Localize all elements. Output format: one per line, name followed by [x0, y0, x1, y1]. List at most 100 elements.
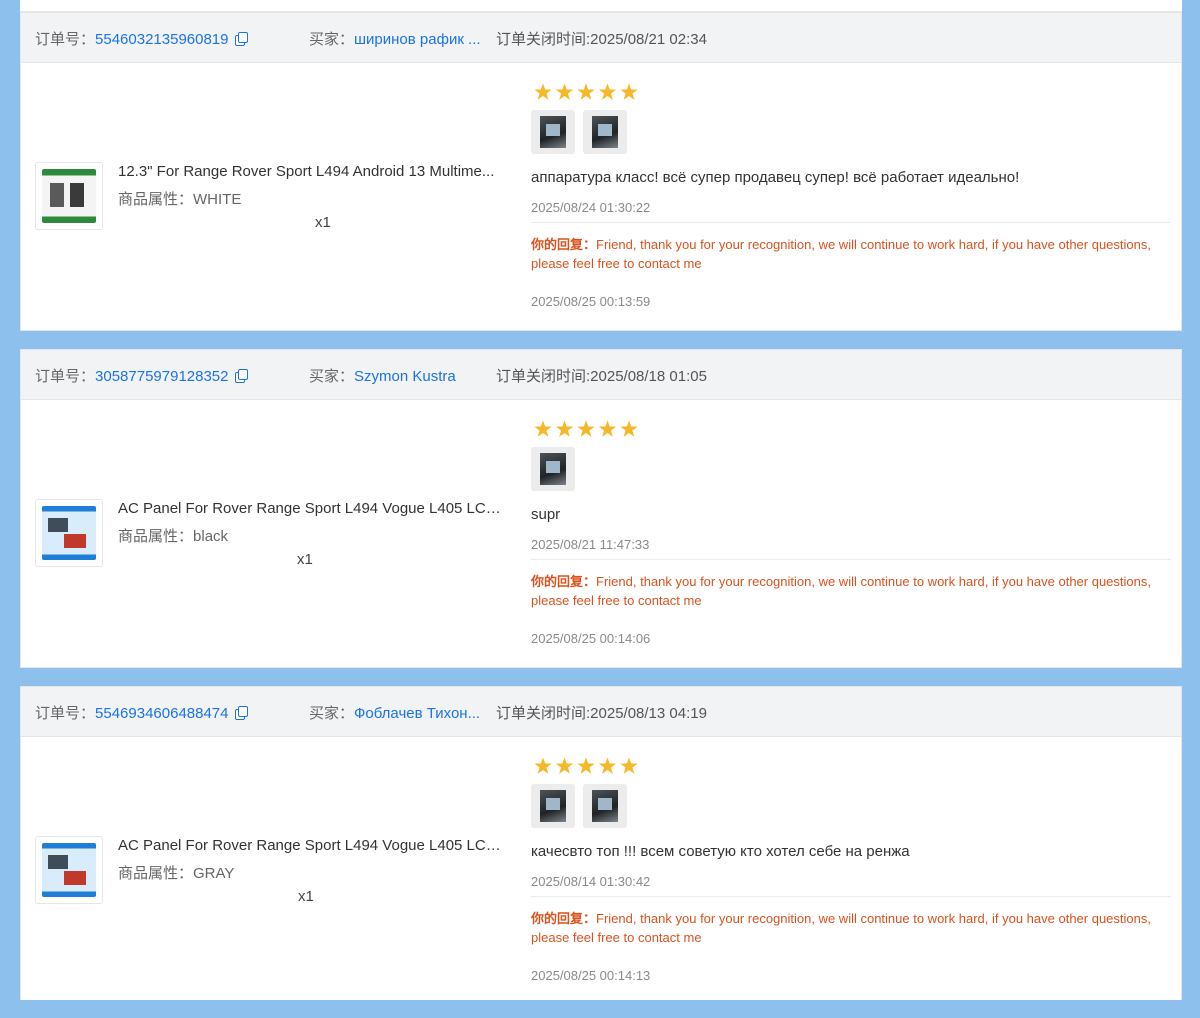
close-time-field: 订单关闭时间:2025/08/21 02:34 — [496, 28, 707, 49]
star-icon — [555, 83, 574, 100]
attribute-label: 商品属性： — [118, 865, 194, 882]
attribute-value: WHITE — [193, 191, 242, 208]
order-card: 订单号：5546934606488474 买家：Фоблачев Тихон..… — [20, 686, 1182, 1000]
star-icon — [598, 420, 617, 437]
buyer-field: 买家：Фоблачев Тихон... — [309, 702, 480, 723]
review-list-page: 订单号：5546032135960819 买家：ширинов рафик ..… — [20, 0, 1182, 1000]
copy-icon[interactable] — [234, 32, 248, 46]
close-time-label: 订单关闭时间: — [496, 705, 591, 722]
photo-image — [540, 453, 566, 485]
review-photo[interactable] — [583, 784, 627, 828]
order-header: 订单号：5546934606488474 买家：Фоблачев Тихон..… — [21, 687, 1181, 737]
copy-icon[interactable] — [234, 706, 248, 720]
star-icon — [620, 420, 638, 437]
product-quantity: x1 — [297, 551, 313, 568]
reply-text: Friend, thank you for your recognition, … — [531, 574, 1151, 608]
star-icon — [555, 420, 574, 437]
buyer-name-link[interactable]: Фоблачев Тихон... — [354, 705, 480, 722]
close-time-value: 2025/08/21 02:34 — [590, 31, 707, 48]
star-icon — [555, 757, 574, 774]
review-photo[interactable] — [531, 447, 575, 491]
review-photo[interactable] — [583, 110, 627, 154]
product-thumbnail[interactable] — [35, 499, 103, 567]
buyer-name-link[interactable]: ширинов рафик ... — [354, 31, 481, 48]
review-time: 2025/08/24 01:30:22 — [531, 200, 651, 215]
reply-time: 2025/08/25 00:14:13 — [531, 968, 651, 983]
reply-text: Friend, thank you for your recognition, … — [531, 911, 1151, 945]
star-icon — [577, 83, 595, 100]
product-image — [42, 169, 96, 223]
previous-order-bottom — [20, 0, 1182, 12]
order-number-field: 订单号：5546934606488474 — [35, 702, 248, 723]
product-title[interactable]: AC Panel For Rover Range Sport L494 Vogu… — [118, 500, 503, 517]
review-photo[interactable] — [531, 784, 575, 828]
buyer-label: 买家： — [309, 368, 355, 385]
product-quantity: x1 — [315, 214, 331, 231]
review-photos — [531, 784, 635, 828]
rating-stars — [534, 757, 642, 775]
buyer-field: 买家：Szymon Kustra — [309, 365, 456, 386]
star-icon — [534, 83, 552, 100]
buyer-field: 买家：ширинов рафик ... — [309, 28, 481, 49]
product-image — [42, 506, 96, 560]
product-attribute: 商品属性：GRAY — [118, 862, 234, 883]
divider — [531, 896, 1171, 897]
review-photo[interactable] — [531, 110, 575, 154]
reply-label: 你的回复： — [531, 911, 597, 926]
copy-icon[interactable] — [234, 369, 248, 383]
close-time-value: 2025/08/18 01:05 — [590, 368, 707, 385]
review-time: 2025/08/21 11:47:33 — [531, 537, 650, 552]
product-attribute: 商品属性：black — [118, 525, 228, 546]
order-number-field: 订单号：5546032135960819 — [35, 28, 248, 49]
seller-reply: 你的回复：Friend, thank you for your recognit… — [531, 235, 1161, 273]
buyer-name-link[interactable]: Szymon Kustra — [354, 368, 456, 385]
rating-stars — [534, 83, 642, 101]
order-number-field: 订单号：3058775979128352 — [35, 365, 248, 386]
attribute-value: black — [193, 528, 229, 545]
seller-reply: 你的回复：Friend, thank you for your recognit… — [531, 572, 1161, 610]
divider — [531, 559, 1171, 560]
product-title[interactable]: AC Panel For Rover Range Sport L494 Vogu… — [118, 837, 503, 854]
reply-label: 你的回复： — [531, 237, 597, 252]
rating-stars — [534, 420, 642, 438]
product-thumbnail[interactable] — [35, 162, 103, 230]
order-number-label: 订单号： — [35, 368, 96, 385]
product-attribute: 商品属性：WHITE — [118, 188, 241, 209]
order-number-label: 订单号： — [35, 31, 96, 48]
star-icon — [577, 420, 595, 437]
attribute-value: GRAY — [193, 865, 235, 882]
attribute-label: 商品属性： — [118, 528, 194, 545]
order-card: 订单号：3058775979128352 买家：Szymon Kustra 订单… — [20, 349, 1182, 668]
seller-reply: 你的回复：Friend, thank you for your recognit… — [531, 909, 1161, 947]
close-time-field: 订单关闭时间:2025/08/13 04:19 — [496, 702, 707, 723]
review-photos — [531, 447, 583, 491]
review-photos — [531, 110, 635, 154]
product-title[interactable]: 12.3" For Range Rover Sport L494 Android… — [118, 163, 503, 180]
photo-image — [540, 116, 566, 148]
buyer-label: 买家： — [309, 705, 355, 722]
review-text: качесвто топ !!! всем советую кто хотел … — [531, 843, 910, 860]
close-time-value: 2025/08/13 04:19 — [590, 705, 707, 722]
product-thumbnail[interactable] — [35, 836, 103, 904]
photo-image — [592, 790, 618, 822]
review-text: аппаратура класс! всё супер продавец суп… — [531, 169, 1020, 186]
star-icon — [598, 83, 617, 100]
order-number-link[interactable]: 3058775979128352 — [95, 368, 228, 385]
order-card: 订单号：5546032135960819 买家：ширинов рафик ..… — [20, 12, 1182, 331]
order-number-label: 订单号： — [35, 705, 96, 722]
star-icon — [534, 757, 552, 774]
star-icon — [534, 420, 552, 437]
order-header: 订单号：5546032135960819 买家：ширинов рафик ..… — [21, 13, 1181, 63]
star-icon — [598, 757, 617, 774]
star-icon — [620, 757, 638, 774]
close-time-label: 订单关闭时间: — [496, 31, 591, 48]
divider — [531, 222, 1171, 223]
order-number-link[interactable]: 5546934606488474 — [95, 705, 228, 722]
close-time-field: 订单关闭时间:2025/08/18 01:05 — [496, 365, 707, 386]
reply-time: 2025/08/25 00:14:06 — [531, 631, 651, 646]
photo-image — [540, 790, 566, 822]
order-header: 订单号：3058775979128352 买家：Szymon Kustra 订单… — [21, 350, 1181, 400]
review-time: 2025/08/14 01:30:42 — [531, 874, 651, 889]
buyer-label: 买家： — [309, 31, 355, 48]
order-number-link[interactable]: 5546032135960819 — [95, 31, 228, 48]
